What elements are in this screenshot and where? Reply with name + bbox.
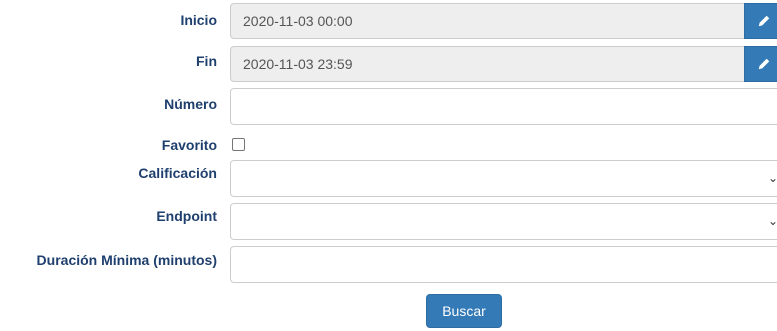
endpoint-select[interactable]	[230, 203, 777, 240]
fin-value: 2020-11-03 23:59	[243, 56, 353, 72]
calificacion-select[interactable]	[230, 160, 777, 197]
duracion-label: Duración Mínima (minutos)	[36, 252, 217, 268]
duracion-input[interactable]	[230, 246, 777, 283]
endpoint-label: Endpoint	[156, 208, 217, 224]
chevron-down-icon: ⌄	[768, 214, 777, 228]
pencil-icon	[758, 15, 770, 27]
inicio-label: Inicio	[180, 12, 217, 28]
calificacion-label: Calificación	[138, 165, 217, 181]
inicio-edit-button[interactable]	[744, 3, 777, 39]
buscar-button[interactable]: Buscar	[426, 294, 502, 328]
fin-label: Fin	[196, 53, 217, 69]
pencil-icon	[758, 58, 770, 70]
search-form: Inicio 2020-11-03 00:00 Fin 2020-11-03 2…	[0, 0, 777, 331]
fin-field[interactable]: 2020-11-03 23:59	[230, 46, 777, 82]
chevron-down-icon: ⌄	[768, 171, 777, 185]
inicio-field[interactable]: 2020-11-03 00:00	[230, 3, 777, 39]
numero-input[interactable]	[230, 88, 777, 125]
favorito-checkbox[interactable]	[232, 138, 245, 151]
inicio-value: 2020-11-03 00:00	[243, 13, 353, 29]
fin-edit-button[interactable]	[744, 46, 777, 82]
numero-label: Número	[164, 96, 217, 112]
favorito-label: Favorito	[161, 137, 217, 153]
